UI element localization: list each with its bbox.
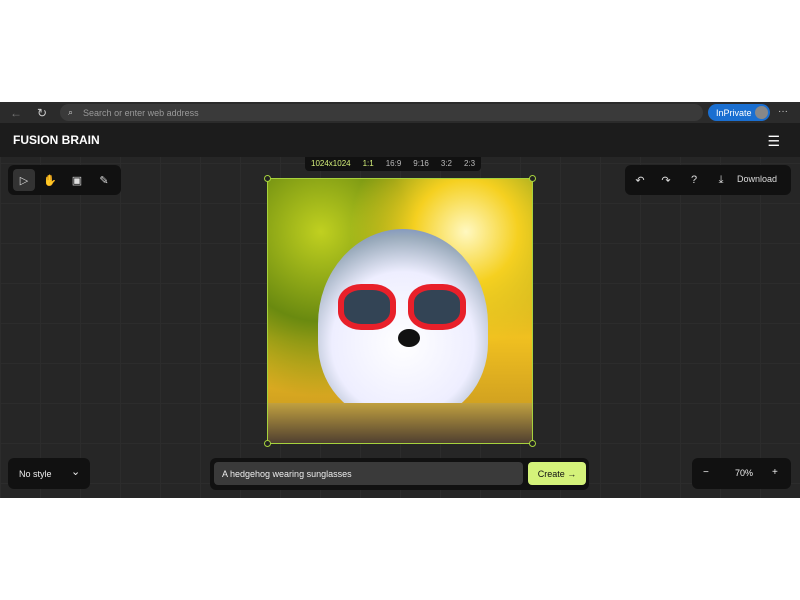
prompt-input[interactable]: A hedgehog wearing sunglasses (214, 462, 523, 485)
app-canvas: FUSION BRAIN ☰ ▷ ✋ ▣ ✎ 1024x1024 1:1 16:… (0, 123, 800, 498)
chevron-down-icon: ⌄ (71, 466, 81, 478)
download-button[interactable]: Download (737, 174, 777, 184)
create-button[interactable]: Create → (528, 462, 586, 485)
resize-handle-bl[interactable] (264, 440, 271, 447)
pointer-tool[interactable]: ▷ (13, 169, 35, 191)
download-icon[interactable]: ⤓ (710, 169, 732, 191)
eraser-icon: ✎ (99, 174, 109, 187)
generated-image[interactable] (267, 178, 533, 444)
ground (268, 403, 532, 443)
hamburger-menu-icon[interactable]: ☰ (767, 133, 780, 150)
sunglasses-right (408, 284, 466, 330)
size-label: 1024x1024 (311, 159, 351, 168)
hand-icon: ✋ (43, 174, 57, 187)
pointer-icon: ▷ (19, 174, 29, 187)
ratio-3-2[interactable]: 3:2 (435, 157, 458, 171)
zoom-in-button[interactable]: + (772, 467, 778, 478)
search-icon: ⌕ (68, 107, 74, 117)
hand-tool[interactable]: ✋ (39, 169, 61, 191)
style-value: No style (19, 469, 52, 479)
more-icon[interactable]: ··· (778, 106, 788, 117)
avatar (755, 106, 768, 119)
zoom-level: 70% (735, 468, 754, 478)
ratio-16-9[interactable]: 16:9 (380, 157, 408, 171)
eraser-tool[interactable]: ✎ (93, 169, 115, 191)
app-logo: FUSION BRAIN (13, 133, 100, 147)
back-button[interactable]: ← (6, 106, 26, 120)
refresh-button[interactable]: ↻ (32, 106, 52, 120)
ratio-1-1[interactable]: 1:1 (357, 157, 380, 171)
sunglasses-left (338, 284, 396, 330)
undo-button[interactable]: ↶ (629, 169, 651, 191)
ratio-9-16[interactable]: 9:16 (407, 157, 435, 171)
inprivate-label: InPrivate (716, 107, 752, 118)
arrow-right-icon: → (567, 468, 577, 479)
inprivate-button[interactable]: InPrivate (708, 104, 770, 121)
app-header: FUSION BRAIN ☰ (0, 123, 800, 157)
zoom-control: − 70% + (692, 458, 791, 489)
aspect-ratio-bar: 1024x1024 1:1 16:9 9:16 3:2 2:3 (305, 157, 482, 171)
address-bar[interactable]: ⌕ Search or enter web address (60, 104, 703, 121)
tool-panel: ▷ ✋ ▣ ✎ (8, 165, 121, 195)
prompt-bar: A hedgehog wearing sunglasses Create → (210, 458, 589, 490)
zoom-out-button[interactable]: − (703, 467, 709, 478)
ratio-2-3[interactable]: 2:3 (458, 157, 481, 171)
actions-panel: ↶ ↷ ? ⤓ Download (625, 165, 791, 195)
style-select[interactable]: No style ⌄ (8, 458, 90, 489)
resize-handle-br[interactable] (529, 440, 536, 447)
redo-button[interactable]: ↷ (655, 169, 677, 191)
resize-handle-tr[interactable] (529, 175, 536, 182)
resize-handle-tl[interactable] (264, 175, 271, 182)
image-add-tool[interactable]: ▣ (66, 169, 88, 191)
hedgehog-nose (398, 329, 420, 347)
help-button[interactable]: ? (683, 169, 705, 191)
browser-toolbar: ← ↻ ⌕ Search or enter web address InPriva… (0, 102, 800, 123)
address-placeholder: Search or enter web address (83, 107, 199, 118)
create-label: Create (537, 468, 565, 479)
image-add-icon: ▣ (71, 174, 83, 187)
